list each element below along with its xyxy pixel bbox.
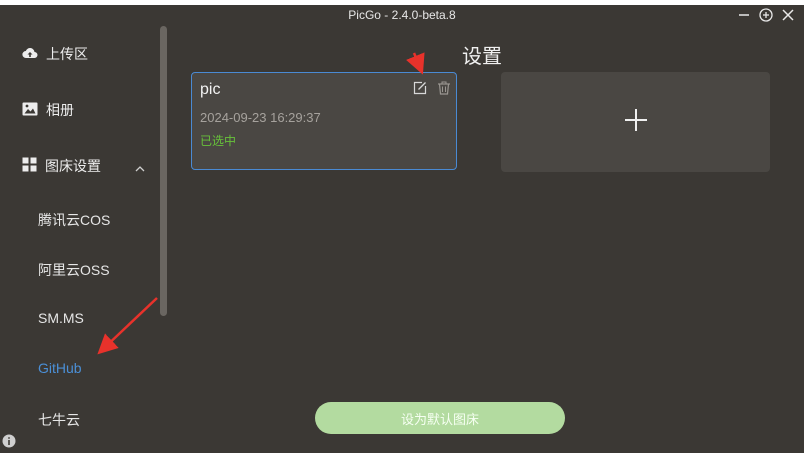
sidebar: 上传区 相册 图床设置 腾讯云COS 阿里云OSS SM.MS GitHub 七… [0,26,170,448]
sidebar-item-smms[interactable]: SM.MS [38,310,84,326]
main-panel: 设置 pic 2024-09-23 16:29:37 已选中 设为默认图床 [170,26,804,448]
sidebar-scrollbar[interactable] [160,26,167,316]
config-name: pic [200,81,221,98]
plus-icon [623,107,649,138]
cloud-upload-icon [22,46,38,63]
sidebar-item-upload[interactable]: 上传区 [22,44,88,64]
info-icon[interactable] [2,434,16,453]
chevron-up-icon[interactable] [134,161,146,179]
window-controls [736,7,796,23]
window-title: PicGo - 2.4.0-beta.8 [348,8,456,22]
image-icon [22,102,38,119]
config-date: 2024-09-23 16:29:37 [200,110,321,125]
sidebar-item-label: 上传区 [46,46,88,62]
config-card[interactable]: pic 2024-09-23 16:29:37 已选中 [191,72,457,170]
selected-status: 已选中 [200,134,237,148]
sidebar-item-label: 相册 [46,102,74,118]
minimize-icon[interactable] [736,7,752,23]
sidebar-item-picbed-settings[interactable]: 图床设置 [22,156,101,176]
close-icon[interactable] [780,7,796,23]
grid-icon [22,157,37,175]
sidebar-item-qiniu[interactable]: 七牛云 [38,410,80,430]
trash-icon[interactable] [437,81,451,100]
maximize-icon[interactable] [758,7,774,23]
sidebar-item-album[interactable]: 相册 [22,100,74,120]
sidebar-item-github[interactable]: GitHub [38,360,82,376]
sidebar-item-aliyun-oss[interactable]: 阿里云OSS [38,260,110,280]
sidebar-item-label: 图床设置 [45,158,101,174]
set-default-picbed-button[interactable]: 设为默认图床 [315,402,565,434]
add-config-card[interactable] [501,72,770,172]
edit-icon[interactable] [413,81,427,100]
title-bar: PicGo - 2.4.0-beta.8 [0,5,804,25]
sidebar-item-tencent-cos[interactable]: 腾讯云COS [38,210,110,230]
page-title: 设置 [462,46,502,68]
